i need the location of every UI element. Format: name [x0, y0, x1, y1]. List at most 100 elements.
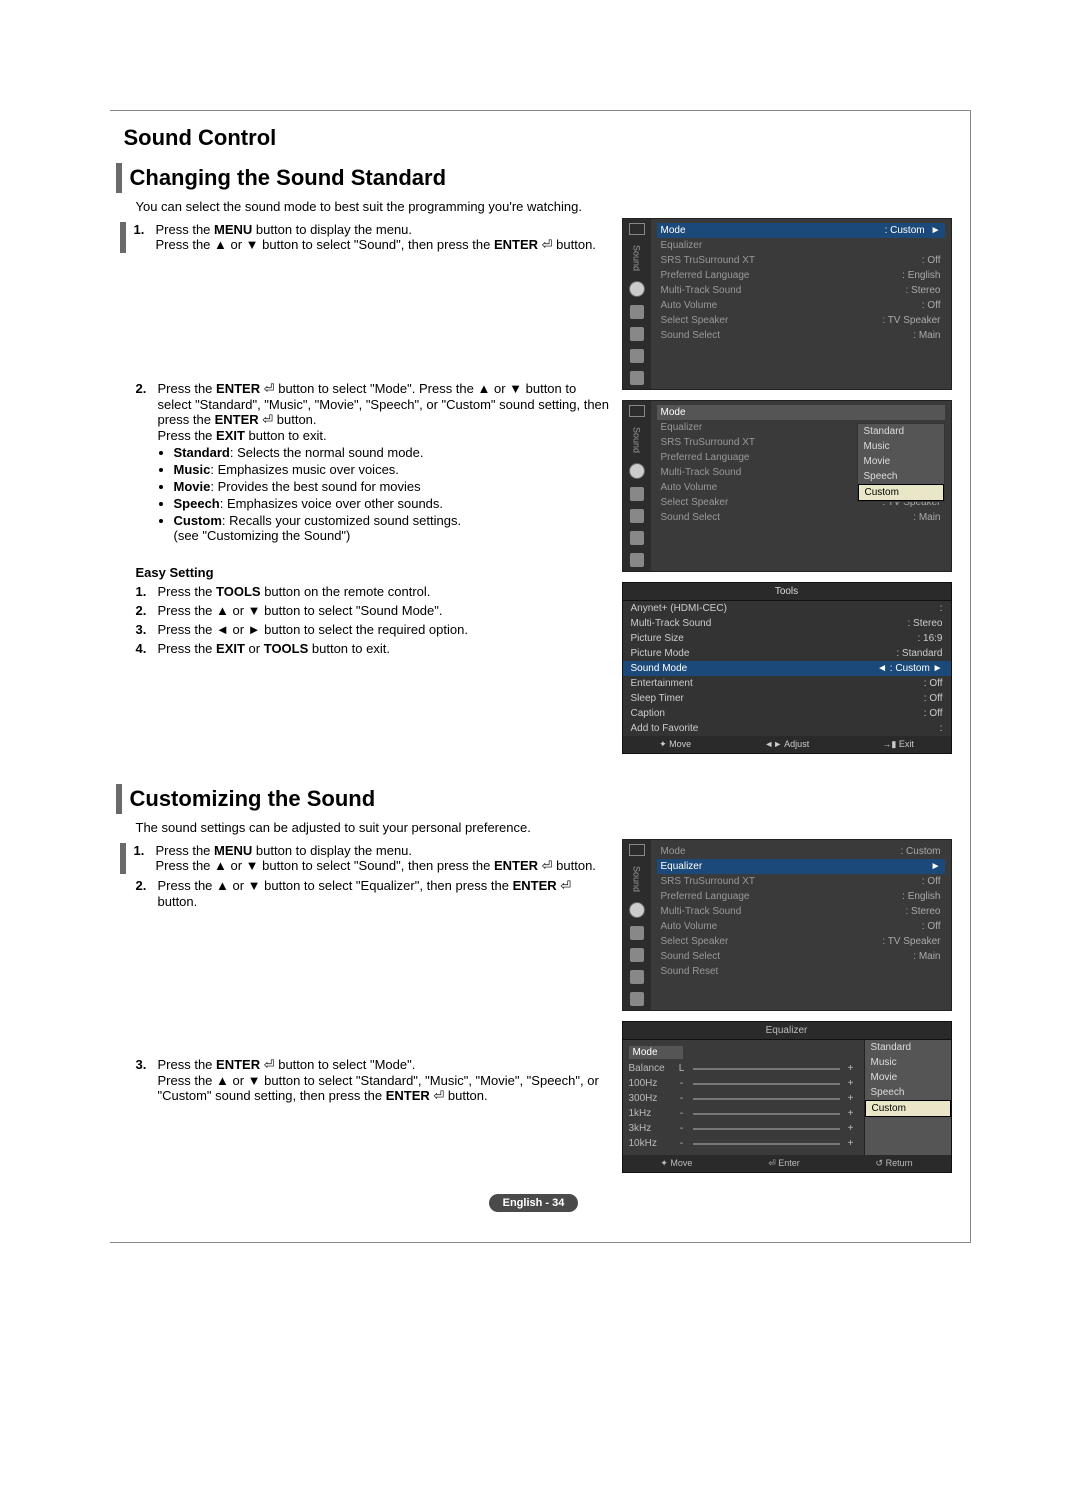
eq-row: 10kHz-+	[629, 1136, 858, 1151]
eq-row: 300Hz-+	[629, 1091, 858, 1106]
eq-row: Mode	[629, 1044, 858, 1061]
osd-row: Sound Reset	[657, 964, 945, 979]
tools-row: Add to Favorite:	[623, 721, 951, 736]
guide-icon	[630, 371, 644, 385]
eq-row: 3kHz-+	[629, 1121, 858, 1136]
submenu-option: Custom	[858, 484, 944, 501]
osd-row: Equalizer►	[657, 859, 945, 874]
step-number: 1.	[136, 584, 158, 599]
gear-icon	[630, 327, 644, 341]
step-text: Press the MENU button to display the men…	[156, 843, 612, 874]
step-number: 3.	[136, 1057, 158, 1104]
tools-row: Entertainment: Off	[623, 676, 951, 691]
step-number: 2.	[136, 381, 158, 547]
tv-icon	[629, 223, 645, 235]
tools-title: Tools	[623, 583, 951, 601]
section-accent-bar	[116, 784, 122, 814]
step-text: Press the ▲ or ▼ button to select "Equal…	[158, 878, 612, 909]
osd-row: Multi-Track Sound: Stereo	[657, 904, 945, 919]
gear-icon	[630, 948, 644, 962]
tools-row: Anynet+ (HDMI-CEC):	[623, 601, 951, 616]
submenu-option: Music	[858, 439, 944, 454]
step-number: 3.	[136, 622, 158, 637]
menu-icon	[630, 305, 644, 319]
subsection-title: Easy Setting	[136, 565, 612, 580]
manual-page: Sound Control Changing the Sound Standar…	[110, 110, 971, 1243]
speaker-icon	[629, 281, 645, 297]
eq-row: 1kHz-+	[629, 1106, 858, 1121]
chapter-title: Sound Control	[124, 125, 952, 151]
osd-row: Select Speaker: TV Speaker	[657, 934, 945, 949]
tools-row: Picture Mode: Standard	[623, 646, 951, 661]
footer-hint: ✦ Move	[659, 739, 691, 750]
eq-title: Equalizer	[623, 1022, 951, 1040]
step-accent-bar	[120, 843, 126, 874]
step-text: Press the TOOLS button on the remote con…	[158, 584, 612, 599]
submenu-option: Speech	[865, 1085, 951, 1100]
section-title: Changing the Sound Standard	[130, 163, 447, 193]
footer-hint: ✦ Move	[660, 1158, 692, 1169]
section-accent-bar	[116, 163, 122, 193]
footer-hint: →▮ Exit	[882, 739, 913, 750]
section-intro: You can select the sound mode to best su…	[136, 199, 952, 214]
tools-row: Sleep Timer: Off	[623, 691, 951, 706]
osd-sound-menu-eq: Sound Mode: CustomEqualizer►SRS TruSurro…	[622, 839, 952, 1011]
osd-row: Auto Volume: Off	[657, 298, 945, 313]
mode-list: Standard: Selects the normal sound mode.…	[158, 445, 612, 543]
section-intro: The sound settings can be adjusted to su…	[136, 820, 952, 835]
osd-row: Multi-Track Sound: Stereo	[657, 283, 945, 298]
osd-row: Sound Select: Main	[657, 510, 945, 525]
submenu-option: Movie	[858, 454, 944, 469]
step-accent-bar	[120, 222, 126, 253]
eq-row: BalanceL+	[629, 1061, 858, 1076]
page-footer: English - 34	[116, 1193, 952, 1212]
menu-icon	[630, 926, 644, 940]
tools-row: Multi-Track Sound: Stereo	[623, 616, 951, 631]
menu-icon	[630, 487, 644, 501]
osd-sound-menu-submenu: Sound ModeEqualizerSRS TruSurround XTPre…	[622, 400, 952, 572]
osd-side-label: Sound	[632, 245, 642, 271]
step-text: Press the ENTER ⏎ button to select "Mode…	[158, 381, 612, 547]
section-header: Changing the Sound Standard	[116, 163, 952, 193]
osd-tools-menu: Tools Anynet+ (HDMI-CEC): Multi-Track So…	[622, 582, 952, 754]
footer-hint: ◄► Adjust	[764, 739, 809, 750]
tv-icon	[629, 405, 645, 417]
speaker-icon	[629, 463, 645, 479]
submenu-option: Standard	[865, 1040, 951, 1055]
input-icon	[630, 531, 644, 545]
submenu-option: Standard	[858, 424, 944, 439]
submenu-option: Custom	[865, 1100, 951, 1117]
step-number: 1.	[134, 222, 156, 253]
gear-icon	[630, 509, 644, 523]
osd-equalizer-menu: Equalizer ModeBalanceL+100Hz-+300Hz-+1kH…	[622, 1021, 952, 1173]
osd-side-label: Sound	[632, 866, 642, 892]
input-icon	[630, 349, 644, 363]
osd-row: SRS TruSurround XT: Off	[657, 253, 945, 268]
osd-row: Equalizer	[657, 238, 945, 253]
osd-side-label: Sound	[632, 427, 642, 453]
page-number-pill: English - 34	[489, 1194, 579, 1212]
osd-row: Auto Volume: Off	[657, 919, 945, 934]
osd-row: Mode: Custom	[657, 844, 945, 859]
submenu-option: Movie	[865, 1070, 951, 1085]
tv-icon	[629, 844, 645, 856]
osd-row: Preferred Language: English	[657, 268, 945, 283]
step-number: 2.	[136, 878, 158, 909]
step-text: Press the EXIT or TOOLS button to exit.	[158, 641, 612, 656]
tools-row: Caption: Off	[623, 706, 951, 721]
osd-row: Sound Select: Main	[657, 949, 945, 964]
tools-row: Picture Size: 16:9	[623, 631, 951, 646]
footer-hint: ↺ Return	[876, 1158, 913, 1169]
osd-row: Mode	[657, 405, 945, 420]
osd-sound-menu: Sound Mode: Custom►EqualizerSRS TruSurro…	[622, 218, 952, 390]
step-number: 2.	[136, 603, 158, 618]
osd-row: Select Speaker: TV Speaker	[657, 313, 945, 328]
step-text: Press the MENU button to display the men…	[156, 222, 612, 253]
guide-icon	[630, 992, 644, 1006]
guide-icon	[630, 553, 644, 567]
eq-mode-submenu: StandardMusicMovieSpeechCustom	[864, 1040, 951, 1155]
input-icon	[630, 970, 644, 984]
footer-hint: ⏎ Enter	[768, 1158, 800, 1169]
speaker-icon	[629, 902, 645, 918]
osd-row: SRS TruSurround XT: Off	[657, 874, 945, 889]
